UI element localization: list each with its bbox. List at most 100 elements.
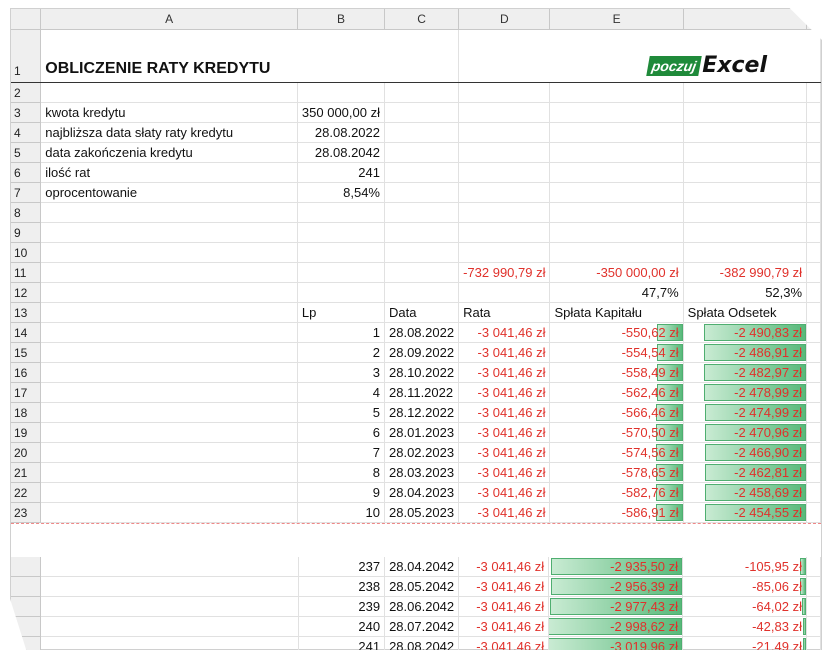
cell[interactable]: [40, 82, 298, 103]
cell[interactable]: [40, 242, 298, 263]
bar-cell[interactable]: -105,95 zł: [682, 557, 807, 577]
cell[interactable]: [458, 182, 551, 203]
cell[interactable]: [683, 242, 808, 263]
date-cell[interactable]: 28.05.2023: [384, 502, 460, 523]
row-header[interactable]: 2: [11, 82, 42, 103]
param-value[interactable]: 28.08.2022: [297, 122, 386, 143]
cell[interactable]: [806, 242, 821, 263]
cell[interactable]: [806, 362, 821, 383]
rata-cell[interactable]: -3 041,46 zł: [458, 502, 551, 523]
cell[interactable]: [549, 162, 684, 183]
row-header[interactable]: 20: [11, 442, 42, 463]
rata-cell[interactable]: -3 041,46 zł: [458, 422, 551, 443]
bar-cell[interactable]: -2 998,62 zł: [548, 616, 684, 637]
cell[interactable]: [458, 102, 551, 123]
column-header[interactable]: [683, 9, 808, 30]
header-lp[interactable]: Lp: [297, 302, 386, 323]
lp-cell[interactable]: 6: [297, 422, 386, 443]
cell[interactable]: [458, 162, 551, 183]
cell[interactable]: [549, 202, 684, 223]
cell[interactable]: [458, 122, 551, 143]
bar-cell[interactable]: -2 466,90 zł: [683, 442, 808, 463]
date-cell[interactable]: 28.02.2023: [384, 442, 460, 463]
bar-cell[interactable]: -2 486,91 zł: [683, 342, 808, 363]
cell[interactable]: [40, 596, 300, 617]
date-cell[interactable]: 28.09.2022: [384, 342, 460, 363]
cell[interactable]: [297, 282, 386, 303]
cell[interactable]: [40, 636, 300, 650]
cell[interactable]: [40, 282, 298, 303]
cell[interactable]: [40, 422, 298, 443]
bar-cell[interactable]: -578,65 zł: [549, 462, 684, 483]
row-header[interactable]: 22: [11, 482, 42, 503]
row-header[interactable]: 8: [11, 202, 42, 223]
lp-cell[interactable]: 9: [297, 482, 386, 503]
lp-cell[interactable]: 4: [297, 382, 386, 403]
cell[interactable]: [806, 557, 822, 577]
cell[interactable]: [458, 82, 551, 103]
param-value[interactable]: 241: [297, 162, 386, 183]
cell[interactable]: [806, 202, 821, 223]
cell[interactable]: [40, 322, 298, 343]
cell[interactable]: [297, 82, 386, 103]
rata-cell[interactable]: -3 041,46 zł: [458, 342, 551, 363]
cell[interactable]: [806, 402, 821, 423]
lp-cell[interactable]: 5: [297, 402, 386, 423]
row-header[interactable]: 18: [11, 402, 42, 423]
date-cell[interactable]: 28.07.2042: [384, 616, 460, 637]
bar-cell[interactable]: -42,83 zł: [682, 616, 807, 637]
cell[interactable]: [549, 122, 684, 143]
lp-cell[interactable]: 7: [297, 442, 386, 463]
row-header[interactable]: 13: [11, 302, 42, 323]
row-header[interactable]: 19: [11, 422, 42, 443]
bar-cell[interactable]: -2 462,81 zł: [683, 462, 808, 483]
lp-cell[interactable]: 2: [297, 342, 386, 363]
rata-cell[interactable]: -3 041,46 zł: [458, 636, 550, 650]
row-header[interactable]: [11, 557, 42, 577]
lp-cell[interactable]: 238: [298, 576, 386, 597]
row-header[interactable]: 9: [11, 222, 42, 243]
cell[interactable]: [40, 362, 298, 383]
cell[interactable]: [806, 442, 821, 463]
lp-cell[interactable]: 241: [298, 636, 386, 650]
share-odsetki[interactable]: 52,3%: [683, 282, 808, 303]
rata-cell[interactable]: -3 041,46 zł: [458, 382, 551, 403]
cell[interactable]: [683, 162, 808, 183]
cell[interactable]: [806, 382, 821, 403]
bar-cell[interactable]: -550,62 zł: [549, 322, 684, 343]
date-cell[interactable]: 28.05.2042: [384, 576, 460, 597]
rata-cell[interactable]: -3 041,46 zł: [458, 576, 550, 597]
bar-cell[interactable]: -574,56 zł: [549, 442, 684, 463]
rata-cell[interactable]: -3 041,46 zł: [458, 402, 551, 423]
cell[interactable]: [384, 282, 460, 303]
rata-cell[interactable]: -3 041,46 zł: [458, 596, 550, 617]
cell[interactable]: [458, 142, 551, 163]
bar-cell[interactable]: -3 019,96 zł: [548, 636, 684, 650]
param-value[interactable]: 8,54%: [297, 182, 386, 203]
lp-cell[interactable]: 8: [297, 462, 386, 483]
row-header[interactable]: [11, 596, 42, 617]
cell[interactable]: [384, 82, 460, 103]
row-header[interactable]: 21: [11, 462, 42, 483]
total-odsetki[interactable]: -382 990,79 zł: [683, 262, 808, 283]
cell[interactable]: [806, 262, 821, 283]
cell[interactable]: [806, 122, 821, 143]
bar-cell[interactable]: -586,91 zł: [549, 502, 684, 523]
cell[interactable]: [458, 222, 551, 243]
date-cell[interactable]: 28.06.2042: [384, 596, 460, 617]
cell[interactable]: [384, 242, 460, 263]
column-header[interactable]: C: [384, 9, 460, 30]
bar-cell[interactable]: -2 454,55 zł: [683, 502, 808, 523]
date-cell[interactable]: 28.08.2042: [384, 636, 460, 650]
bar-cell[interactable]: -2 458,69 zł: [683, 482, 808, 503]
row-header[interactable]: 6: [11, 162, 42, 183]
column-header[interactable]: [806, 9, 821, 30]
bar-cell[interactable]: -2 977,43 zł: [548, 596, 684, 617]
row-header[interactable]: [11, 576, 42, 597]
share-kapital[interactable]: 47,7%: [549, 282, 684, 303]
cell[interactable]: [297, 222, 386, 243]
bar-cell[interactable]: -2 482,97 zł: [683, 362, 808, 383]
cell[interactable]: [40, 382, 298, 403]
bar-cell[interactable]: -21,49 zł: [682, 636, 807, 650]
column-header[interactable]: A: [40, 9, 298, 30]
